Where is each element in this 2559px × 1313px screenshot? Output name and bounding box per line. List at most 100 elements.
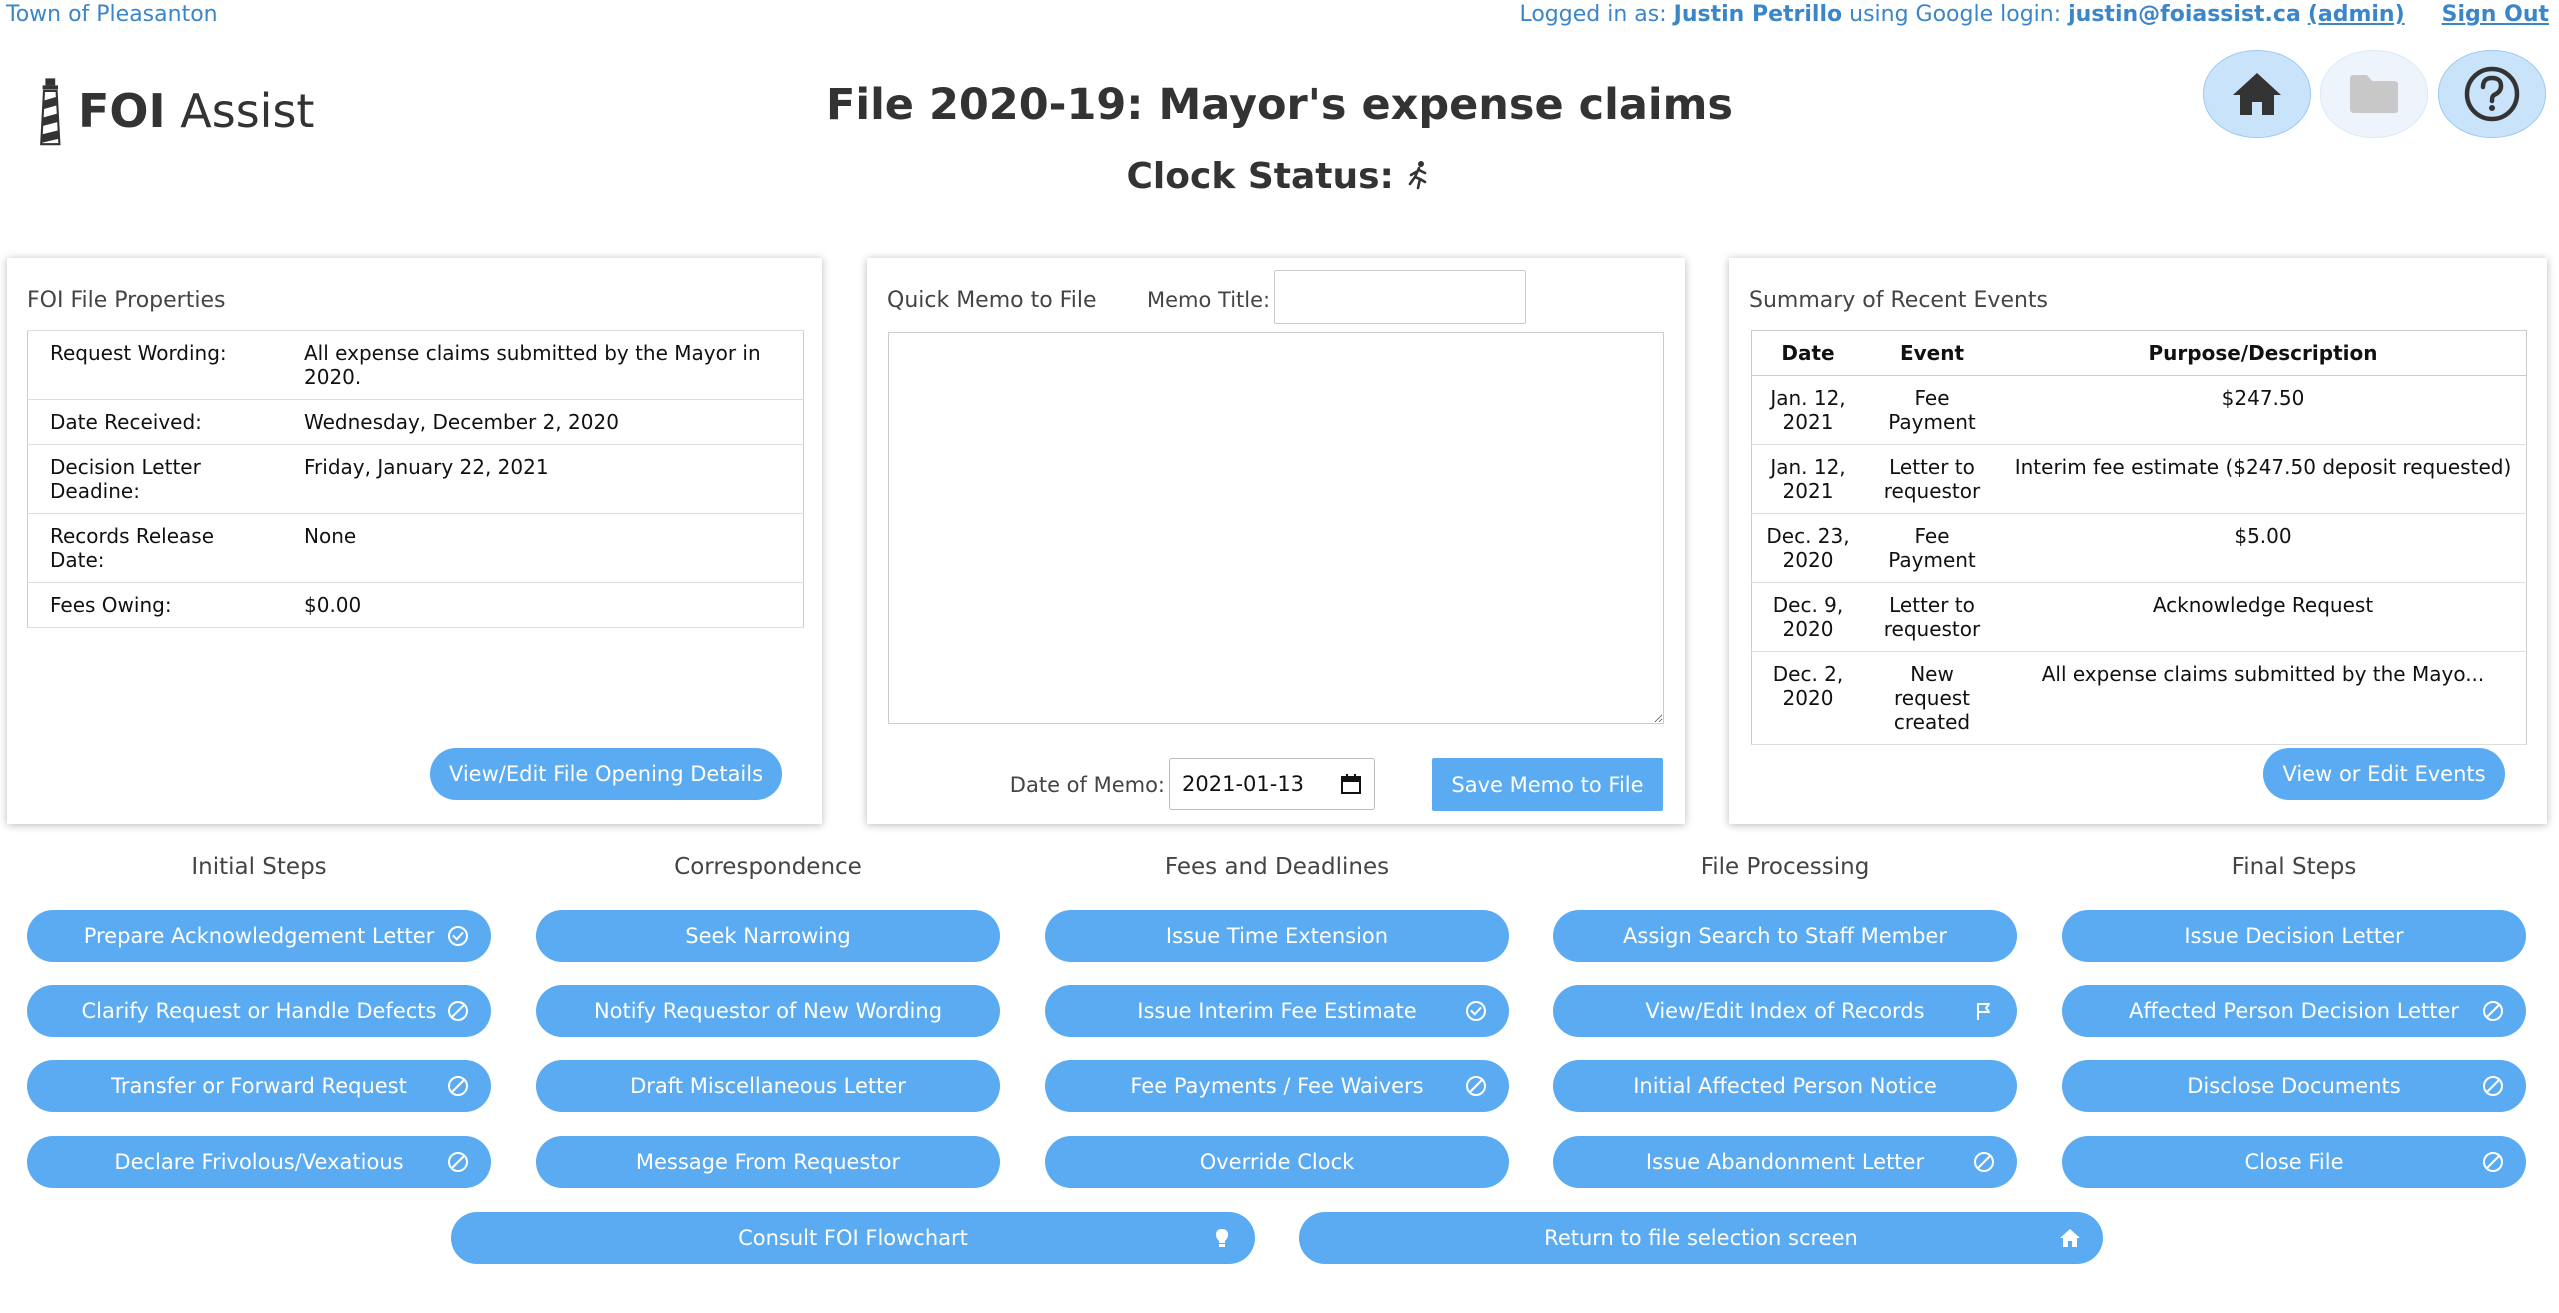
block-icon: [447, 1000, 469, 1022]
check-circle-icon: [447, 925, 469, 947]
action-button-label: Declare Frivolous/Vexatious: [114, 1150, 404, 1174]
return-to-file-selection-button[interactable]: Return to file selection screen: [1299, 1212, 2103, 1264]
event-row: Dec. 9, 2020 Letter to requestor Acknowled…: [1751, 582, 2527, 652]
file-property-row: Fees Owing: $0.00: [27, 582, 804, 628]
file-property-label: Date Received:: [27, 399, 282, 445]
action-button-label: Message From Requestor: [635, 1150, 901, 1174]
calendar-icon[interactable]: [1340, 773, 1362, 795]
action-button-message-from-requestor[interactable]: Message From Requestor: [536, 1136, 1000, 1188]
org-name: Town of Pleasanton: [6, 2, 218, 27]
memo-date-label: Date of Memo:: [1009, 773, 1165, 797]
action-button-disclose-documents[interactable]: Disclose Documents: [2062, 1060, 2526, 1112]
action-button-label: Seek Narrowing: [685, 924, 851, 948]
file-properties-panel: FOI File Properties Request Wording: All …: [7, 258, 822, 824]
save-memo-button[interactable]: Save Memo to File: [1432, 758, 1663, 811]
admin-link[interactable]: (admin): [2308, 2, 2405, 27]
file-property-label: Fees Owing:: [27, 582, 282, 628]
check-circle-icon: [1465, 1000, 1487, 1022]
file-property-row: Records Release Date: None: [27, 513, 804, 583]
quick-memo-panel: Quick Memo to File Memo Title: Date of M…: [867, 258, 1685, 824]
lightbulb-icon: [1211, 1227, 1233, 1249]
action-button-label: Clarify Request or Handle Defects: [81, 999, 437, 1023]
block-icon: [1465, 1075, 1487, 1097]
action-button-issue-abandonment-letter[interactable]: Issue Abandonment Letter: [1553, 1136, 2017, 1188]
event-type: New request created: [1864, 651, 2000, 745]
user-name: Justin Petrillo: [1673, 2, 1843, 27]
action-button-transfer-or-forward-request[interactable]: Transfer or Forward Request: [27, 1060, 491, 1112]
event-date: Dec. 9, 2020: [1751, 582, 1864, 652]
folder-nav-button[interactable]: [2320, 50, 2428, 138]
action-column-heading: Fees and Deadlines: [1164, 854, 1390, 880]
clock-status-label: Clock Status:: [1126, 156, 1394, 197]
action-button-label: Issue Interim Fee Estimate: [1137, 999, 1417, 1023]
action-button-label: Initial Affected Person Notice: [1633, 1074, 1937, 1098]
home-nav-button[interactable]: [2203, 50, 2311, 138]
action-button-label: Close File: [2244, 1150, 2344, 1174]
event-type: Fee Payment: [1864, 513, 2000, 583]
action-button-label: Issue Time Extension: [1165, 924, 1389, 948]
event-row: Jan. 12, 2021 Fee Payment $247.50: [1751, 375, 2527, 445]
event-date: Jan. 12, 2021: [1751, 375, 1864, 445]
sign-out-link[interactable]: Sign Out: [2442, 2, 2549, 27]
action-button-label: Issue Abandonment Letter: [1645, 1150, 1925, 1174]
flag-icon: [1973, 1000, 1995, 1022]
file-property-row: Date Received: Wednesday, December 2, 202…: [27, 399, 804, 445]
action-column-heading: File Processing: [1700, 854, 1870, 880]
clock-status: Clock Status:: [0, 156, 2559, 197]
file-properties-table: Request Wording: All expense claims submi…: [27, 330, 804, 628]
action-button-clarify-request-or-handle-defects[interactable]: Clarify Request or Handle Defects: [27, 985, 491, 1037]
action-button-notify-requestor-of-new-wording[interactable]: Notify Requestor of New Wording: [536, 985, 1000, 1037]
file-properties-title: FOI File Properties: [27, 288, 226, 313]
user-bar: Logged in as: Justin Petrillo using Goog…: [1519, 2, 2549, 27]
action-button-override-clock[interactable]: Override Clock: [1045, 1136, 1509, 1188]
action-button-label: Transfer or Forward Request: [111, 1074, 407, 1098]
action-column-heading: Correspondence: [674, 854, 862, 880]
consult-flowchart-button[interactable]: Consult FOI Flowchart: [451, 1212, 1255, 1264]
memo-title-input[interactable]: [1274, 270, 1526, 324]
events-column-header: Date: [1751, 330, 1864, 376]
action-button-draft-miscellaneous-letter[interactable]: Draft Miscellaneous Letter: [536, 1060, 1000, 1112]
event-description: $247.50: [2000, 375, 2527, 445]
event-description: $5.00: [2000, 513, 2527, 583]
memo-body-textarea[interactable]: [888, 332, 1664, 724]
block-icon: [2482, 1075, 2504, 1097]
action-button-issue-decision-letter[interactable]: Issue Decision Letter: [2062, 910, 2526, 962]
action-button-issue-interim-fee-estimate[interactable]: Issue Interim Fee Estimate: [1045, 985, 1509, 1037]
action-button-assign-search-to-staff-member[interactable]: Assign Search to Staff Member: [1553, 910, 2017, 962]
file-property-value: None: [282, 513, 804, 583]
page-title: File 2020-19: Mayor's expense claims: [825, 80, 1734, 130]
view-edit-events-button[interactable]: View or Edit Events: [2263, 748, 2505, 800]
action-button-view-edit-index-of-records[interactable]: View/Edit Index of Records: [1553, 985, 2017, 1037]
file-property-value: Wednesday, December 2, 2020: [282, 399, 804, 445]
folder-icon: [2350, 75, 2398, 113]
action-button-initial-affected-person-notice[interactable]: Initial Affected Person Notice: [1553, 1060, 2017, 1112]
action-button-close-file[interactable]: Close File: [2062, 1136, 2526, 1188]
action-column-heading: Final Steps: [2231, 854, 2357, 880]
event-type: Letter to requestor: [1864, 582, 2000, 652]
action-button-label: Fee Payments / Fee Waivers: [1130, 1074, 1424, 1098]
action-button-label: Affected Person Decision Letter: [2128, 999, 2460, 1023]
action-button-fee-payments-fee-waivers[interactable]: Fee Payments / Fee Waivers: [1045, 1060, 1509, 1112]
event-row: Dec. 23, 2020 Fee Payment $5.00: [1751, 513, 2527, 583]
file-property-label: Records Release Date:: [27, 513, 282, 583]
events-column-header: Event: [1864, 330, 2000, 376]
file-property-value: Friday, January 22, 2021: [282, 444, 804, 514]
action-button-affected-person-decision-letter[interactable]: Affected Person Decision Letter: [2062, 985, 2526, 1037]
memo-date-input[interactable]: 2021-01-13: [1169, 758, 1375, 810]
view-edit-file-opening-button[interactable]: View/Edit File Opening Details: [430, 748, 782, 800]
event-row: Jan. 12, 2021 Letter to requestor Interim …: [1751, 444, 2527, 514]
help-nav-button[interactable]: [2438, 50, 2546, 138]
file-property-row: Decision Letter Deadine: Friday, January …: [27, 444, 804, 514]
recent-events-title: Summary of Recent Events: [1749, 288, 2049, 313]
action-button-seek-narrowing[interactable]: Seek Narrowing: [536, 910, 1000, 962]
action-button-prepare-acknowledgement-letter[interactable]: Prepare Acknowledgement Letter: [27, 910, 491, 962]
action-button-label: Disclose Documents: [2187, 1074, 2401, 1098]
events-column-header: Purpose/Description: [2000, 330, 2527, 376]
return-label: Return to file selection screen: [1544, 1226, 1858, 1250]
quick-memo-title: Quick Memo to File: [887, 288, 1097, 313]
login-method: using Google login:: [1849, 2, 2062, 27]
action-button-declare-frivolous-vexatious[interactable]: Declare Frivolous/Vexatious: [27, 1136, 491, 1188]
action-button-issue-time-extension[interactable]: Issue Time Extension: [1045, 910, 1509, 962]
file-property-label: Decision Letter Deadine:: [27, 444, 282, 514]
event-row: Dec. 2, 2020 New request created All expen…: [1751, 651, 2527, 745]
